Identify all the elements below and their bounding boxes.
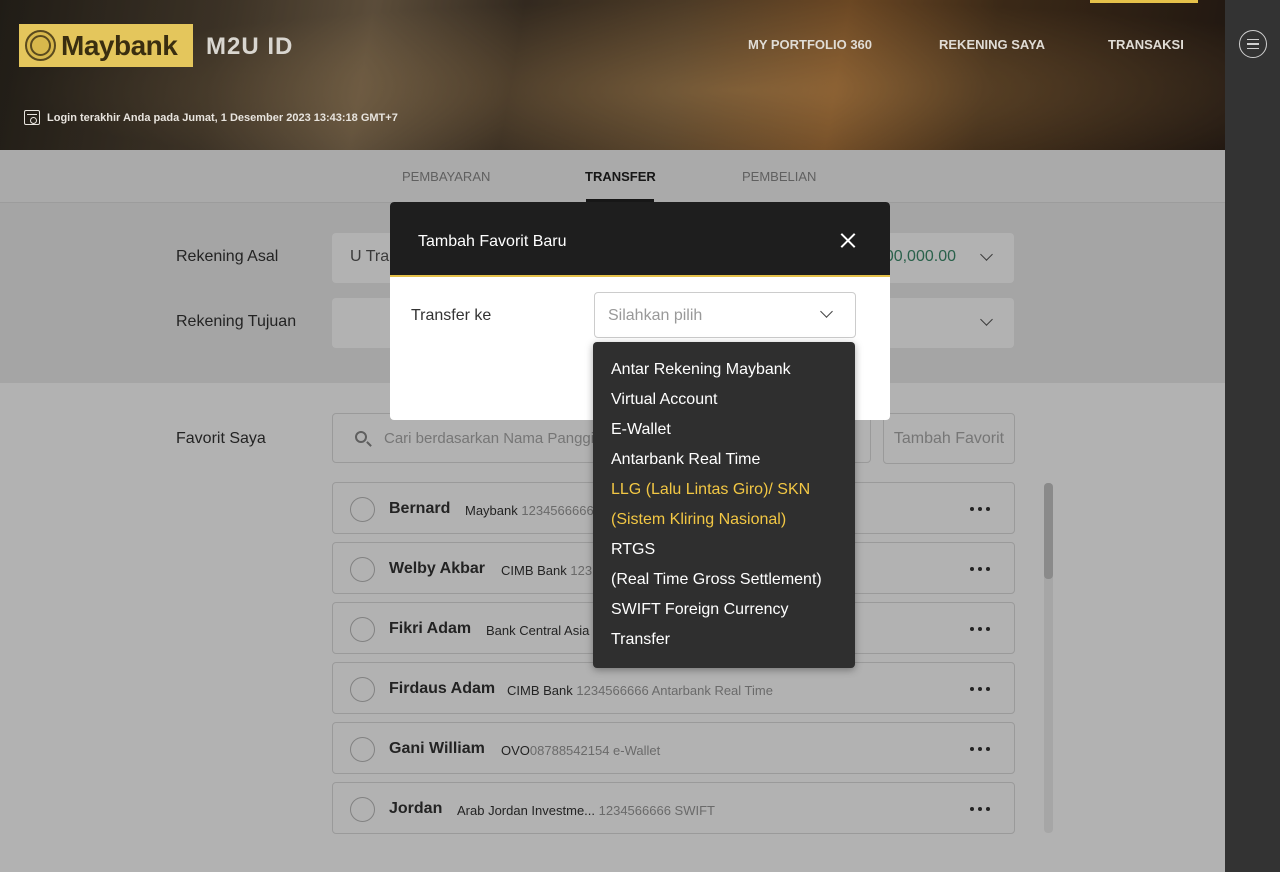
select-placeholder: Silahkan pilih [608,307,703,324]
nav-transaksi[interactable]: TRANSAKSI [1108,37,1184,52]
side-panel [1225,0,1280,872]
tiger-emblem-icon [25,30,56,61]
transfer-to-label: Transfer ke [411,307,492,324]
option-swift-foreign-currency[interactable]: SWIFT Foreign Currency [593,595,855,625]
option-rtgs[interactable]: RTGS [593,535,855,565]
option-llg-skn[interactable]: LLG (Lalu Lintas Giro)/ SKN [593,475,855,505]
nav-my-portfolio[interactable]: MY PORTFOLIO 360 [748,37,872,52]
option-rtgs-subtitle[interactable]: (Real Time Gross Settlement) [593,565,855,595]
modal-header: Tambah Favorit Baru [390,202,890,277]
close-icon[interactable] [839,232,857,250]
last-login-info: Login terakhir Anda pada Jumat, 1 Desemb… [24,110,398,125]
chevron-down-icon [820,305,833,318]
option-antarbank-real-time[interactable]: Antarbank Real Time [593,445,855,475]
product-name: M2U ID [206,33,294,60]
active-nav-indicator [1090,0,1198,3]
option-antar-rekening-maybank[interactable]: Antar Rekening Maybank [593,355,855,385]
option-llg-skn-subtitle[interactable]: (Sistem Kliring Nasional) [593,505,855,535]
option-e-wallet[interactable]: E-Wallet [593,415,855,445]
maybank-logo[interactable]: Maybank [19,24,193,67]
option-virtual-account[interactable]: Virtual Account [593,385,855,415]
transfer-type-dropdown: Antar Rekening Maybank Virtual Account E… [593,342,855,668]
modal-title: Tambah Favorit Baru [418,233,567,250]
calendar-icon [24,110,40,125]
option-swift-transfer[interactable]: Transfer [593,625,855,655]
transfer-to-select[interactable]: Silahkan pilih [594,292,856,338]
menu-icon[interactable] [1239,30,1267,58]
nav-rekening-saya[interactable]: REKENING SAYA [939,37,1045,52]
brand-name: Maybank [61,29,178,61]
last-login-text: Login terakhir Anda pada Jumat, 1 Desemb… [47,111,398,124]
